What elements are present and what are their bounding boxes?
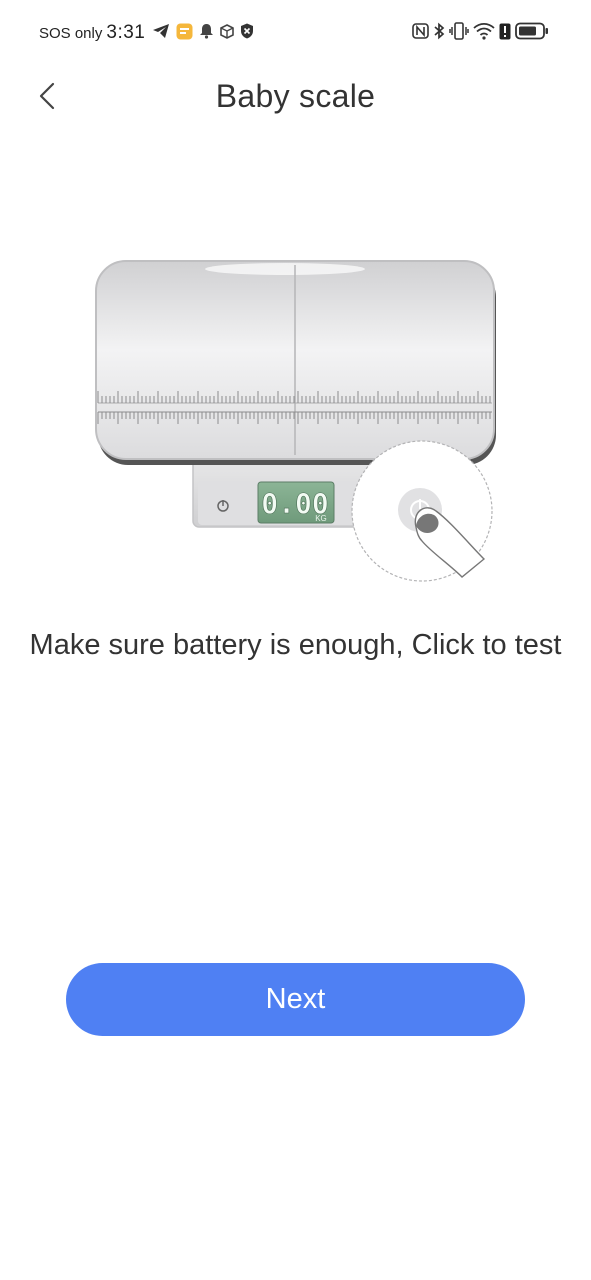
notes-app-icon	[176, 23, 193, 44]
alert-icon	[499, 23, 511, 45]
carrier-label: SOS only	[39, 24, 103, 42]
status-left: SOS only 3:31	[39, 22, 260, 44]
cube-icon	[220, 23, 235, 43]
bell-icon	[199, 23, 214, 43]
page-title: Baby scale	[215, 78, 376, 114]
clock: 3:31	[106, 22, 146, 43]
display-unit: KG	[315, 514, 327, 523]
nfc-icon	[412, 23, 429, 44]
next-button[interactable]: Next	[66, 963, 525, 1036]
screen: SOS only 3:31 Baby scale 0.00 KG Make su…	[0, 0, 591, 1280]
baby-scale-illustration: 0.00 KG	[90, 255, 502, 587]
status-bar: SOS only 3:31	[0, 0, 591, 66]
battery-icon	[515, 22, 549, 45]
instruction-text: Make sure battery is enough, Click to te…	[29, 629, 562, 661]
app-header: Baby scale	[0, 66, 591, 130]
telegram-icon	[152, 23, 170, 43]
bluetooth-icon	[433, 22, 445, 45]
wifi-icon	[473, 22, 495, 45]
vibrate-icon	[449, 22, 469, 45]
status-right	[412, 22, 553, 45]
shield-icon	[240, 23, 254, 43]
